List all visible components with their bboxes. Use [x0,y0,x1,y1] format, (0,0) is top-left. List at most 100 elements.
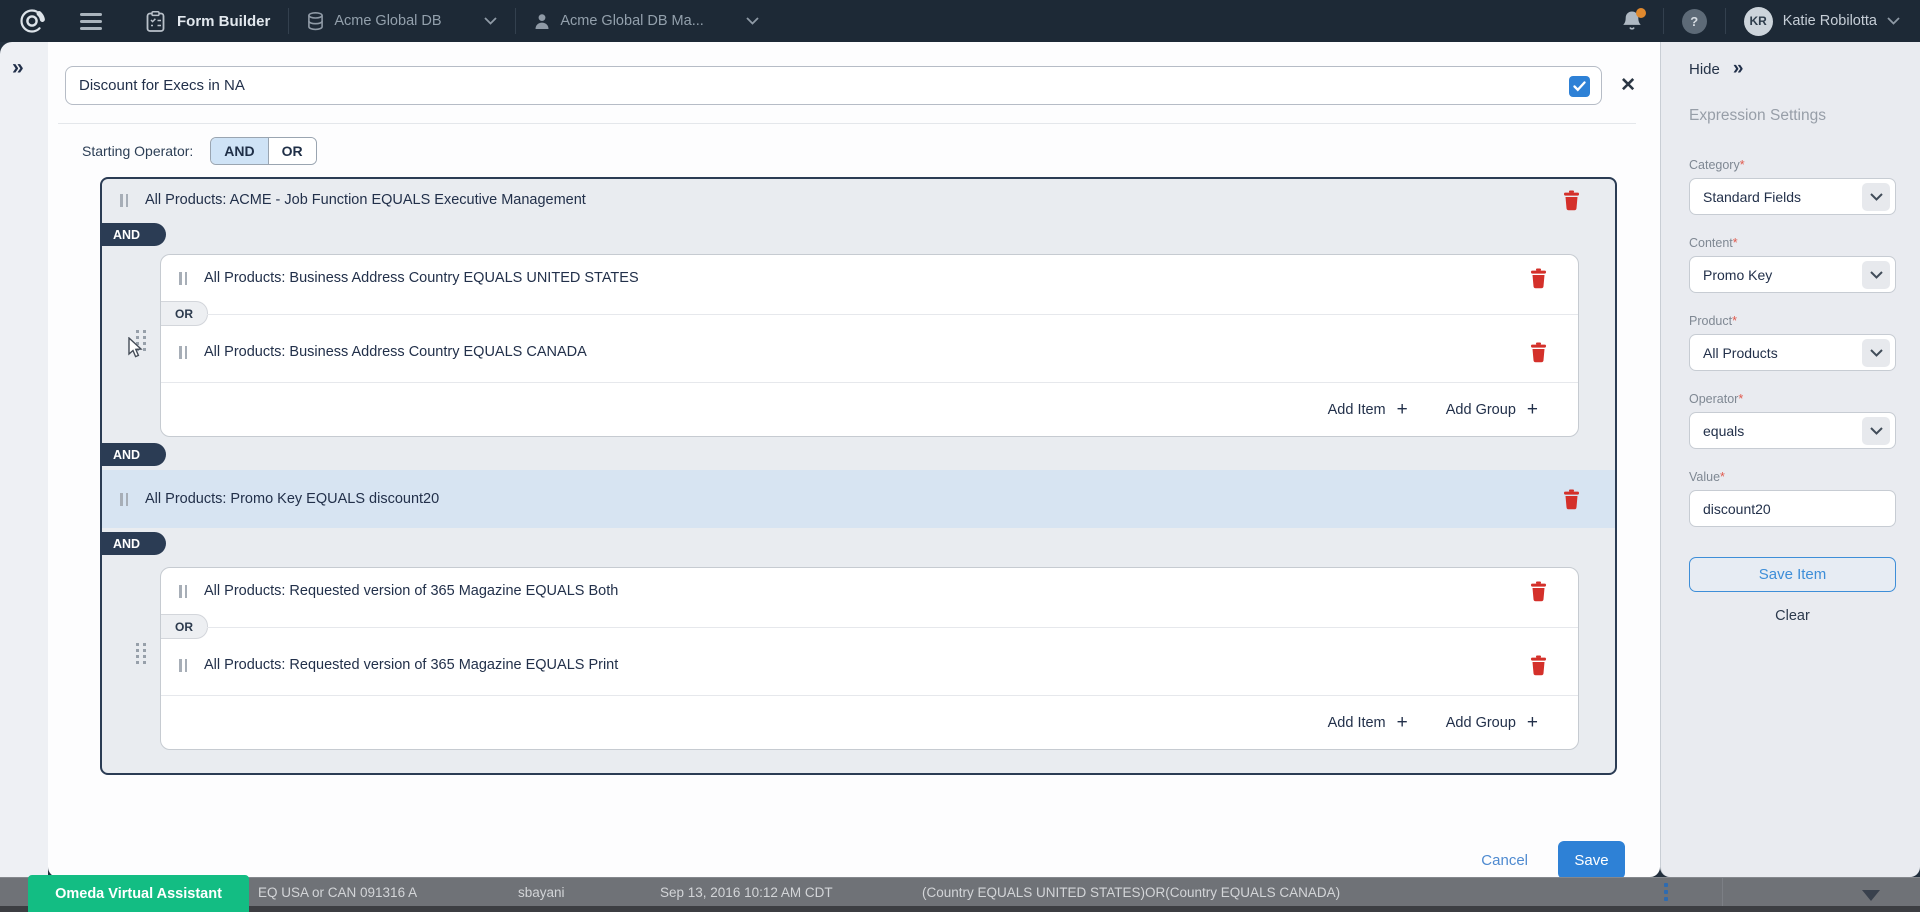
delete-condition-button[interactable] [1529,342,1548,363]
hide-label: Hide [1689,61,1720,78]
product-select[interactable]: All Products [1689,334,1896,371]
drag-handle-icon[interactable] [179,346,187,359]
drag-handle-icon[interactable] [179,585,187,598]
collapsed-left-panel: » [0,42,48,877]
row-actions-kebab-icon[interactable] [1664,883,1668,901]
database-selector[interactable]: Acme Global DB [307,12,497,31]
add-item-button[interactable]: Add Item + [1328,400,1408,419]
group-drag-handle-icon[interactable] [136,643,147,664]
operator-label: Operator* [1689,392,1896,406]
app-switcher[interactable]: Form Builder [146,11,270,32]
group-operator-row: OR [161,614,1578,639]
add-group-button[interactable]: Add Group + [1446,713,1538,732]
drag-handle-icon[interactable] [179,659,187,672]
delete-condition-button[interactable] [1562,190,1581,211]
user-menu[interactable]: KR Katie Robilotta [1744,7,1900,36]
top-navbar: Form Builder Acme Global DB Acme Global … [0,0,1920,42]
content-label: Content* [1689,236,1896,250]
notifications-bell-icon[interactable] [1621,9,1645,33]
avatar: KR [1744,7,1773,36]
database-selector-value: Acme Global DB [334,13,441,29]
chevron-down-icon [1887,17,1900,25]
root-expression-group: All Products: ACME - Job Function EQUALS… [100,177,1617,775]
value-input[interactable] [1689,490,1896,527]
background-row-user: sbayani [518,878,565,908]
operator-badge-and: AND [100,223,166,246]
add-item-label: Add Item [1328,715,1386,731]
modal-footer: Cancel Save [48,841,1660,879]
form-builder-icon [146,11,165,32]
chevron-down-icon [1862,261,1890,289]
category-select[interactable]: Standard Fields [1689,178,1896,215]
add-item-button[interactable]: Add Item + [1328,713,1408,732]
group-actions-row: Add Item + Add Group + [161,695,1578,749]
condition-row[interactable]: All Products: Requested version of 365 M… [161,568,1578,614]
content-select-value: Promo Key [1703,267,1772,283]
drag-handle-icon[interactable] [120,194,128,207]
expression-name-input[interactable] [66,67,1601,104]
starting-operator-and-button[interactable]: AND [211,138,268,164]
chevron-down-icon [746,17,759,25]
hide-panel-button[interactable]: Hide » [1689,58,1896,80]
omeda-logo-icon[interactable] [18,7,46,35]
expand-panel-icon[interactable]: » [12,56,22,80]
group-drag-handle-icon[interactable] [136,330,147,351]
confirm-name-checkbox[interactable] [1569,76,1590,97]
condition-row[interactable]: All Products: ACME - Job Function EQUALS… [102,179,1615,221]
condition-row-selected[interactable]: All Products: Promo Key EQUALS discount2… [102,470,1615,528]
app-title: Form Builder [177,13,270,30]
cancel-button[interactable]: Cancel [1481,852,1528,869]
navbar-divider [515,8,516,34]
database-icon [307,12,324,31]
chevron-down-icon [484,17,497,25]
chevron-down-icon [1862,339,1890,367]
category-select-value: Standard Fields [1703,189,1801,205]
operator-select-value: equals [1703,423,1744,439]
condition-row[interactable]: All Products: Requested version of 365 M… [161,639,1578,691]
scroll-down-icon[interactable] [1862,890,1880,901]
background-row-date: Sep 13, 2016 10:12 AM CDT [660,878,833,908]
chevron-down-icon [1862,417,1890,445]
hamburger-menu-icon[interactable] [80,13,102,30]
field-label-text: Category [1689,158,1740,172]
required-marker: * [1732,314,1737,328]
required-marker: * [1720,470,1725,484]
header-divider [58,123,1636,124]
condition-text: All Products: Requested version of 365 M… [204,583,1529,599]
virtual-assistant-button[interactable]: Omeda Virtual Assistant [28,875,249,912]
plus-icon: + [1527,400,1538,419]
starting-operator-or-button[interactable]: OR [269,138,316,164]
field-label-text: Operator [1689,392,1738,406]
person-icon [534,13,550,30]
background-row-query: (Country EQUALS UNITED STATES)OR(Country… [922,878,1340,908]
delete-condition-button[interactable] [1529,581,1548,602]
add-group-button[interactable]: Add Group + [1446,400,1538,419]
managed-database-selector[interactable]: Acme Global DB Ma... [534,13,759,30]
navbar-divider [288,8,289,34]
operator-badge-and: AND [100,443,166,466]
save-button[interactable]: Save [1558,841,1625,879]
delete-condition-button[interactable] [1529,655,1548,676]
user-name: Katie Robilotta [1783,13,1877,29]
field-label-text: Content [1689,236,1733,250]
save-item-button[interactable]: Save Item [1689,557,1896,592]
starting-operator-label: Starting Operator: [82,143,193,159]
condition-row[interactable]: All Products: Business Address Country E… [161,255,1578,301]
drag-handle-icon[interactable] [120,493,128,506]
delete-condition-button[interactable] [1529,268,1548,289]
close-icon[interactable]: ✕ [1620,76,1636,95]
expression-settings-panel: Hide » Expression Settings Category* Sta… [1660,42,1920,877]
field-label-text: Value [1689,470,1720,484]
navbar-divider [1663,8,1664,34]
delete-condition-button[interactable] [1562,489,1581,510]
help-icon[interactable]: ? [1682,9,1707,34]
operator-select[interactable]: equals [1689,412,1896,449]
plus-icon: + [1397,400,1408,419]
chevron-down-icon [1862,183,1890,211]
content-select[interactable]: Promo Key [1689,256,1896,293]
operator-badge-and: AND [100,532,166,555]
drag-handle-icon[interactable] [179,272,187,285]
clear-button[interactable]: Clear [1689,608,1896,624]
condition-row[interactable]: All Products: Business Address Country E… [161,326,1578,378]
required-marker: * [1740,158,1745,172]
